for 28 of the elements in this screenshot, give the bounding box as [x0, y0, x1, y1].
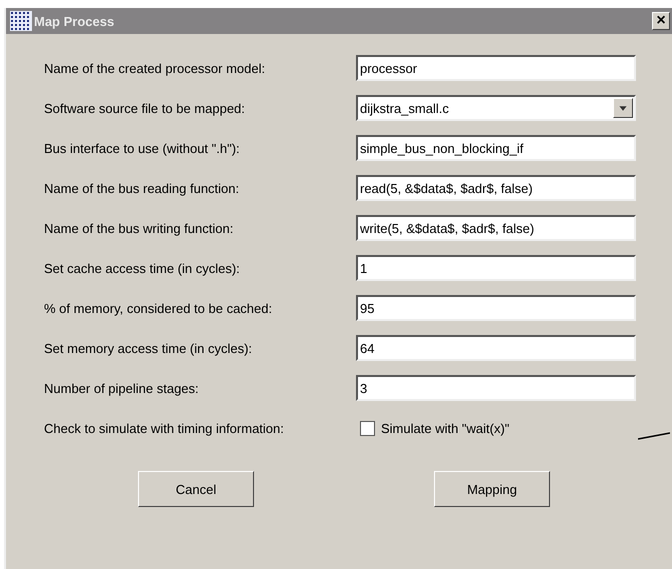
- field-label: Set memory access time (in cycles):: [44, 340, 254, 356]
- app-icon: [10, 11, 32, 31]
- input-field[interactable]: 3: [356, 375, 636, 401]
- input-field[interactable]: write(5, &$data$, $adr$, false): [356, 215, 636, 241]
- checkbox-label: Simulate with "wait(x)": [381, 420, 510, 436]
- caret-icon: [613, 98, 633, 118]
- field-label: % of memory, considered to be cached:: [44, 300, 274, 316]
- field-label: Set cache access time (in cycles):: [44, 260, 241, 276]
- field-label: Number of pipeline stages:: [44, 380, 200, 396]
- close-button[interactable]: ×: [652, 12, 670, 30]
- field-label: Check to simulate with timing information:: [44, 420, 285, 436]
- field-label: Name of the created processor model:: [44, 60, 266, 76]
- input-field[interactable]: 1: [356, 255, 636, 281]
- window-title: Map Process: [34, 14, 116, 28]
- cancel-button[interactable]: Cancel: [138, 471, 254, 507]
- input-field[interactable]: 64: [356, 335, 636, 361]
- field-label: Name of the bus reading function:: [44, 180, 240, 196]
- field-label: Bus interface to use (without ".h"):: [44, 140, 241, 156]
- input-field[interactable]: read(5, &$data$, $adr$, false): [356, 175, 636, 201]
- field-label: Software source file to be mapped:: [44, 100, 246, 116]
- mapping-button[interactable]: Mapping: [434, 471, 550, 507]
- checkbox[interactable]: [360, 420, 375, 436]
- dropdown-field[interactable]: dijkstra_small.c: [356, 95, 636, 121]
- input-field[interactable]: processor: [356, 55, 636, 81]
- stray-line: [638, 432, 670, 440]
- field-label: Name of the bus writing function:: [44, 220, 234, 236]
- input-field[interactable]: simple_bus_non_blocking_if: [356, 135, 636, 161]
- input-field[interactable]: 95: [356, 295, 636, 321]
